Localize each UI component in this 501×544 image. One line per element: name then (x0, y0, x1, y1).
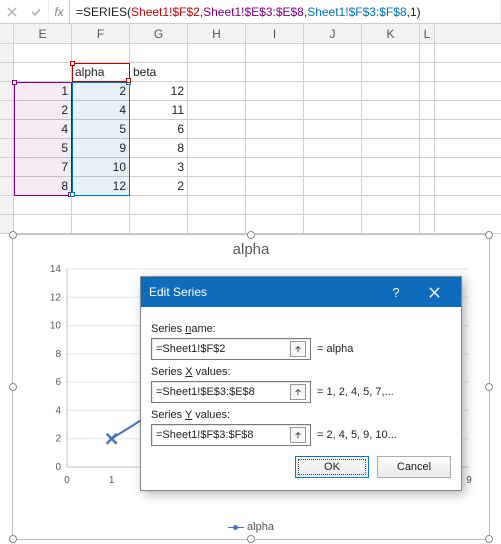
svg-text:14: 14 (50, 265, 62, 275)
series-x-input[interactable]: =Sheet1!$E$3:$E$8 (151, 381, 311, 403)
col-header[interactable]: K (362, 24, 420, 43)
range-picker-icon[interactable] (290, 341, 306, 357)
cell[interactable]: 5 (72, 120, 130, 138)
svg-text:0: 0 (64, 475, 70, 486)
cancel-formula-button[interactable] (0, 0, 24, 24)
series-name-input[interactable]: =Sheet1!$F$2 (151, 338, 311, 360)
column-headers: E F G H I J K L (0, 24, 501, 44)
svg-text:8: 8 (55, 349, 61, 360)
col-header[interactable]: J (304, 24, 362, 43)
svg-text:9: 9 (466, 475, 472, 486)
col-header[interactable]: L (420, 24, 435, 43)
cell[interactable]: alpha (72, 63, 130, 81)
cell[interactable]: 3 (130, 158, 188, 176)
cancel-button[interactable]: Cancel (377, 456, 451, 478)
cell[interactable]: 8 (14, 177, 72, 195)
spreadsheet-grid[interactable]: E F G H I J K L alphabeta 1212 2411 456 … (0, 24, 501, 234)
formula-bar: fx =SERIES(Sheet1!$F$2,Sheet1!$E$3:$E$8,… (0, 0, 501, 24)
enter-formula-button[interactable] (24, 0, 48, 24)
cell[interactable]: 6 (130, 120, 188, 138)
series-y-input[interactable]: =Sheet1!$F$3:$F$8 (151, 424, 311, 446)
cell[interactable]: 7 (14, 158, 72, 176)
cell[interactable]: 2 (72, 82, 130, 100)
range-picker-icon[interactable] (290, 427, 306, 443)
cell[interactable]: 2 (130, 177, 188, 195)
formula-text: =SERIES(Sheet1!$F$2,Sheet1!$E$3:$E$8,She… (76, 5, 421, 19)
cell[interactable]: beta (130, 63, 188, 81)
series-name-label: Series name: (151, 323, 451, 335)
col-header[interactable]: E (14, 24, 72, 43)
cell[interactable]: 12 (72, 177, 130, 195)
edit-series-dialog: Edit Series ? Series name: =Sheet1!$F$2 … (140, 276, 462, 491)
svg-text:12: 12 (50, 292, 62, 303)
cell[interactable]: 4 (72, 101, 130, 119)
cell[interactable]: 1 (14, 82, 72, 100)
help-button[interactable]: ? (377, 277, 415, 307)
series-name-result: = alpha (317, 343, 353, 355)
cell[interactable]: 9 (72, 139, 130, 157)
dialog-title: Edit Series (149, 285, 377, 299)
chart-legend[interactable]: alpha (13, 521, 489, 533)
svg-text:10: 10 (50, 321, 62, 332)
cell[interactable]: 12 (130, 82, 188, 100)
svg-text:0: 0 (55, 462, 61, 473)
series-x-label: Series X values: (151, 366, 451, 378)
close-button[interactable] (415, 277, 453, 307)
svg-text:4: 4 (55, 405, 61, 416)
col-header[interactable]: F (72, 24, 130, 43)
fx-label[interactable]: fx (48, 0, 70, 23)
chart-title[interactable]: alpha (13, 235, 489, 263)
svg-text:6: 6 (55, 377, 61, 388)
dialog-titlebar[interactable]: Edit Series ? (141, 277, 461, 307)
cell[interactable]: 10 (72, 158, 130, 176)
ok-button[interactable]: OK (295, 456, 369, 478)
range-picker-icon[interactable] (290, 384, 306, 400)
cell[interactable]: 5 (14, 139, 72, 157)
formula-input[interactable]: =SERIES(Sheet1!$F$2,Sheet1!$E$3:$E$8,She… (70, 0, 501, 23)
cell[interactable]: 2 (14, 101, 72, 119)
col-header[interactable]: G (130, 24, 188, 43)
svg-text:1: 1 (109, 475, 115, 486)
svg-text:2: 2 (55, 434, 61, 445)
cell[interactable]: 4 (14, 120, 72, 138)
series-x-result: = 1, 2, 4, 5, 7,... (317, 386, 394, 398)
series-y-result: = 2, 4, 5, 9, 10... (317, 429, 397, 441)
series-y-label: Series Y values: (151, 409, 451, 421)
cell[interactable]: 11 (130, 101, 188, 119)
cell[interactable]: 8 (130, 139, 188, 157)
col-header[interactable]: I (246, 24, 304, 43)
col-header[interactable]: H (188, 24, 246, 43)
